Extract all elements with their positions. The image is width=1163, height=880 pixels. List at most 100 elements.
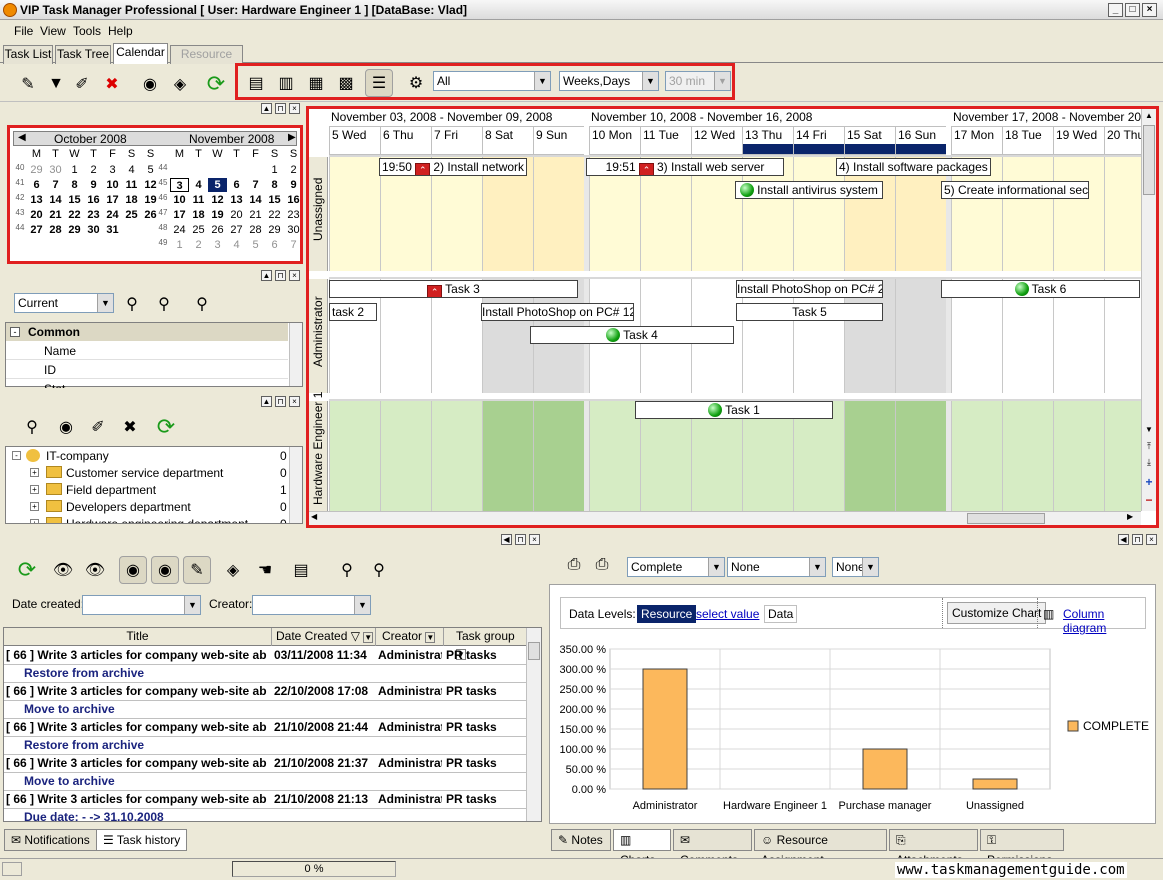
priority-task-icon[interactable]: ◈ xyxy=(166,70,194,98)
tree-scrollbar[interactable] xyxy=(289,447,302,523)
filter-current-combo[interactable]: Current ▼ xyxy=(14,293,114,313)
day-cell[interactable]: 7 xyxy=(284,238,303,252)
day-cell[interactable]: 8 xyxy=(265,178,284,192)
column-diagram-link[interactable]: Column diagram xyxy=(1063,607,1145,635)
day-cell[interactable] xyxy=(380,401,431,511)
day-cell[interactable]: 18 xyxy=(189,208,208,222)
task-1[interactable]: Task 1 xyxy=(635,401,833,419)
resource-view-icon[interactable]: ⚙ xyxy=(402,69,430,97)
day-cell[interactable]: 13 xyxy=(27,193,46,207)
menu-file[interactable]: File xyxy=(14,24,33,38)
day-cell[interactable]: 30 xyxy=(84,223,103,237)
calendar-hscroll[interactable]: ◀ ▶ xyxy=(309,511,1141,525)
mark-read-icon[interactable]: 👁 xyxy=(49,556,77,584)
day-allday-cell[interactable] xyxy=(482,144,533,155)
day-header[interactable]: 14 Fri xyxy=(793,126,844,144)
tree-delete-icon[interactable]: ✖ xyxy=(116,413,144,441)
filter-field-name[interactable]: Name xyxy=(6,342,288,360)
filter-icon[interactable]: ⚲ xyxy=(118,290,146,318)
day-cell[interactable]: 2 xyxy=(189,238,208,252)
creator-combo[interactable]: ▼ xyxy=(252,595,371,615)
day-cell[interactable]: 24 xyxy=(170,223,189,237)
tab-task-list[interactable]: Task List xyxy=(3,45,53,64)
day-header[interactable]: 8 Sat xyxy=(482,126,533,144)
day-cell[interactable] xyxy=(329,401,380,511)
close-button[interactable]: × xyxy=(1142,3,1157,17)
day-cell[interactable] xyxy=(533,401,584,511)
day-cell[interactable] xyxy=(1053,157,1104,271)
day-cell[interactable] xyxy=(329,157,380,271)
day-cell[interactable]: 2 xyxy=(84,163,103,177)
day-cell[interactable]: 28 xyxy=(246,223,265,237)
panel-pin-icon[interactable]: ⊓ xyxy=(275,270,286,281)
task-install-software[interactable]: 4) Install software packages xyxy=(836,158,991,176)
hand-icon[interactable]: ☚ xyxy=(251,556,279,584)
tree-refresh-icon[interactable]: ⟳ xyxy=(152,413,180,441)
day-cell[interactable]: 11 xyxy=(122,178,141,192)
day-cell[interactable]: 13 xyxy=(227,193,246,207)
day-cell[interactable]: 20 xyxy=(227,208,246,222)
scroll-up-icon[interactable]: ▲ xyxy=(1143,111,1155,123)
task-create-security[interactable]: 5) Create informational securi xyxy=(941,181,1089,199)
panel-close-icon[interactable]: × xyxy=(1146,534,1157,545)
scroll-left-icon[interactable]: ◀ xyxy=(311,512,317,521)
day-cell[interactable]: 11 xyxy=(189,193,208,207)
hscroll-thumb[interactable] xyxy=(967,513,1045,524)
day-header[interactable]: 19 Wed xyxy=(1053,126,1104,144)
day-cell[interactable]: 9 xyxy=(284,178,303,192)
tab-resource-list[interactable]: Resource List xyxy=(170,45,243,78)
day-cell[interactable] xyxy=(533,157,584,271)
tree-expand-icon[interactable]: + xyxy=(30,468,39,477)
level-resource[interactable]: Resource xyxy=(637,605,697,623)
filter-active-icon[interactable]: ⚲ xyxy=(365,556,393,584)
day-cell[interactable]: 23 xyxy=(84,208,103,222)
task-install-web-server[interactable]: 19:51 ⌃ 3) Install web server xyxy=(586,158,784,176)
task-4[interactable]: Task 4 xyxy=(530,326,734,344)
day-cell[interactable]: 4 xyxy=(122,163,141,177)
panel-close-icon[interactable]: × xyxy=(529,534,540,545)
day-cell[interactable]: 29 xyxy=(27,163,46,177)
day-allday-cell[interactable] xyxy=(589,144,640,155)
col-date-created[interactable]: Date Created ▽ ▼ xyxy=(272,628,376,646)
col-task-group[interactable]: Task group ▼ xyxy=(444,628,526,660)
day-cell[interactable] xyxy=(1002,157,1053,271)
mark-all-read-icon[interactable]: 👁 xyxy=(81,556,109,584)
tree-item[interactable]: Developers department xyxy=(66,500,191,514)
day-cell[interactable]: 17 xyxy=(170,208,189,222)
day-cell[interactable]: 18 xyxy=(122,193,141,207)
day-cell[interactable]: 17 xyxy=(103,193,122,207)
day-cell[interactable]: 22 xyxy=(265,208,284,222)
history-row[interactable]: [ 66 ] Write 3 articles for company web-… xyxy=(4,719,526,737)
menu-help[interactable]: Help xyxy=(108,24,133,38)
day-cell[interactable]: 27 xyxy=(227,223,246,237)
timeline-view-icon[interactable]: ☰ xyxy=(365,69,393,97)
day-cell[interactable]: 29 xyxy=(65,223,84,237)
day-cell[interactable]: 28 xyxy=(46,223,65,237)
day-cell[interactable]: 1 xyxy=(265,163,284,177)
day-cell[interactable]: 22 xyxy=(65,208,84,222)
day-cell[interactable]: 30 xyxy=(284,223,303,237)
tab-calendar[interactable]: Calendar xyxy=(113,43,168,65)
week-view-icon[interactable]: ▦ xyxy=(302,69,330,97)
filter-combo[interactable]: All ▼ xyxy=(433,71,551,91)
menu-tools[interactable]: Tools xyxy=(73,24,101,38)
day-cell[interactable]: 27 xyxy=(27,223,46,237)
task-2[interactable]: task 2 xyxy=(329,303,377,321)
panel-pin-icon[interactable]: ⊓ xyxy=(1132,534,1143,545)
scroll-top-icon[interactable]: ⤒ xyxy=(1143,441,1155,455)
task-6[interactable]: Task 6 xyxy=(941,280,1140,298)
history-row[interactable]: [ 66 ] Write 3 articles for company web-… xyxy=(4,755,526,773)
assign-task-icon[interactable]: ◉ xyxy=(136,70,164,98)
history-row[interactable]: [ 66 ] Write 3 articles for company web-… xyxy=(4,791,526,809)
panel-collapse-icon[interactable]: ◀ xyxy=(1118,534,1129,545)
day-allday-cell[interactable] xyxy=(380,144,431,155)
day-allday-cell[interactable] xyxy=(533,144,584,155)
panel-pin-icon[interactable]: ⊓ xyxy=(275,103,286,114)
day-allday-cell[interactable] xyxy=(844,144,895,155)
next-month-icon[interactable]: ▶ xyxy=(288,132,296,143)
day-cell[interactable] xyxy=(895,401,946,511)
day-cell[interactable]: 25 xyxy=(189,223,208,237)
day-cell[interactable]: 15 xyxy=(265,193,284,207)
refresh-icon[interactable]: ⟳ xyxy=(202,70,230,98)
day-cell[interactable]: 23 xyxy=(284,208,303,222)
